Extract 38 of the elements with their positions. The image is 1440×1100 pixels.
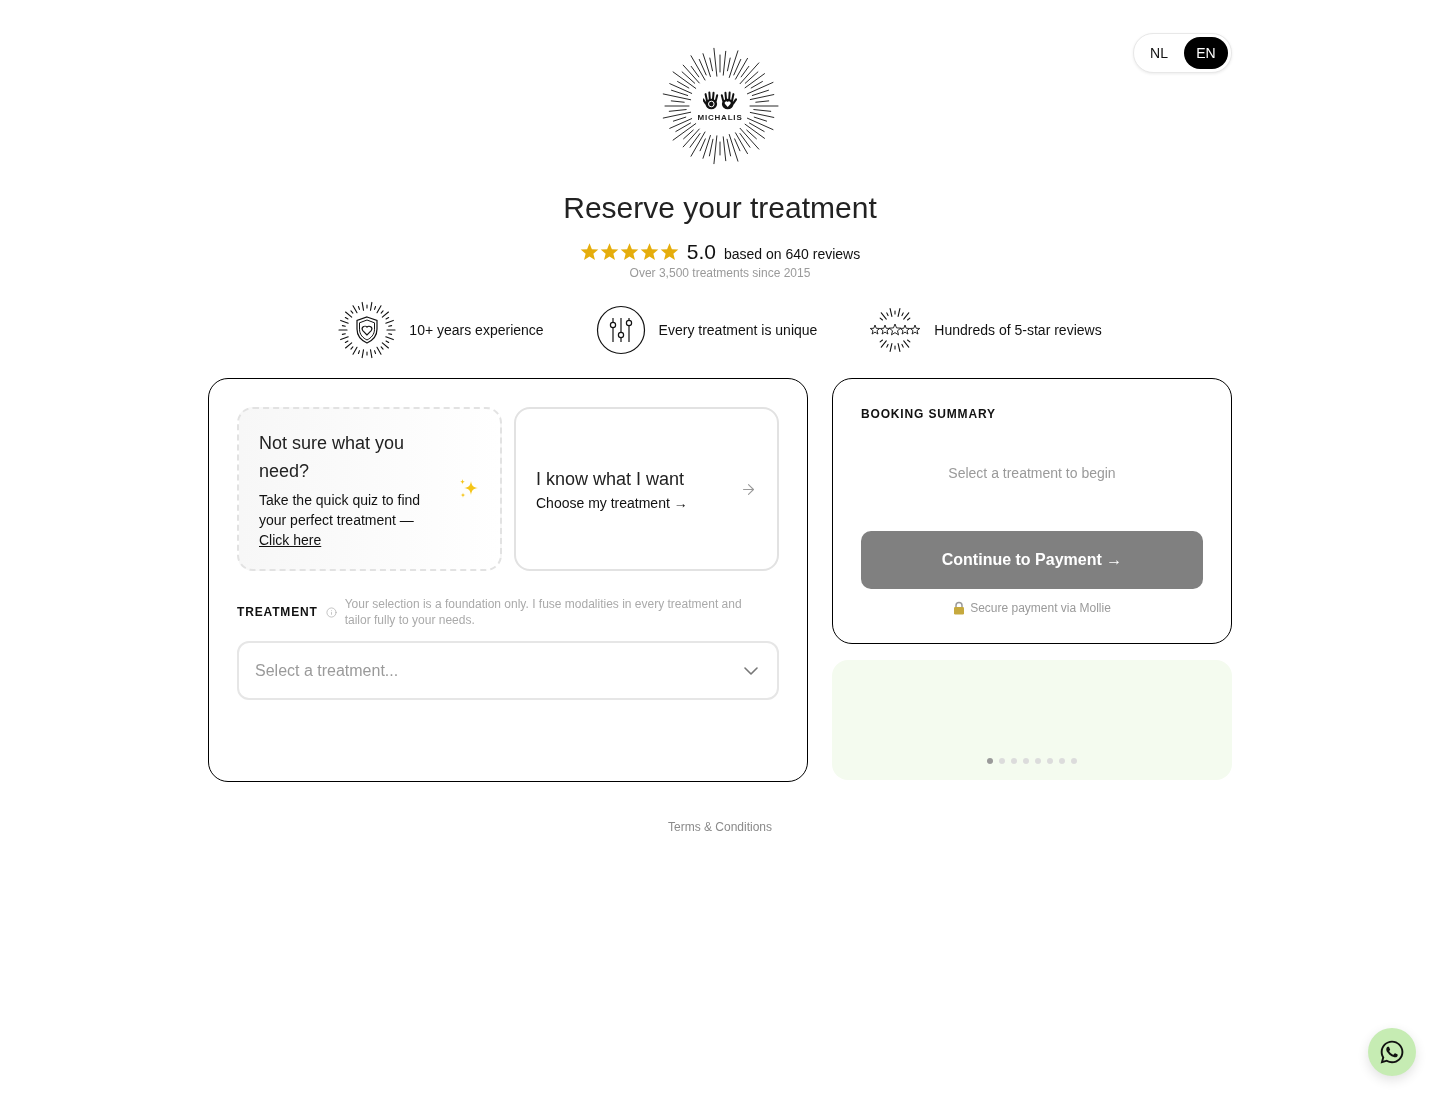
star-icon [619, 243, 639, 261]
feature-label: Every treatment is unique [658, 320, 818, 340]
quiz-option-card[interactable]: Not sure what you need? Take the quick quiz to find your perfect treatment — Click here [237, 407, 502, 571]
chevron-down-icon [744, 667, 758, 675]
summary-empty-text: Select a treatment to begin [948, 464, 1116, 483]
language-option[interactable]: EN [1184, 37, 1228, 69]
option-title: Not sure what you need? [259, 431, 406, 483]
sliders-circle-icon [595, 305, 646, 355]
quiz-link[interactable]: Click here [259, 531, 322, 548]
rating-text: based on 640 reviews [724, 244, 861, 264]
language-option[interactable]: NL [1137, 37, 1181, 69]
treatment-label: TREATMENT [237, 604, 318, 620]
quiz-description: Take the quick quiz to find your perfect treatment — Click here [259, 490, 422, 550]
chat-button[interactable] [1368, 1028, 1416, 1076]
treatment-select[interactable]: Select a treatment... [237, 641, 779, 700]
direct-option-card[interactable]: I know what I want Choose my treatment → [514, 407, 779, 571]
feature-label: 10+ years experience [409, 320, 544, 340]
rating-subtext: Over 3,500 treatments since 2015 [629, 265, 811, 281]
page-title: Reserve your treatment [563, 190, 877, 226]
chat-bubble-icon [1379, 1039, 1405, 1065]
star-icon [639, 243, 659, 261]
feature-label: Hundreds of 5-star reviews [934, 320, 1102, 340]
secure-payment-note: Secure payment via Mollie [970, 600, 1111, 616]
choose-treatment-link[interactable]: Choose my treatment → [536, 493, 688, 513]
rating-score: 5.0 [686, 240, 716, 264]
logo-text: MICHALIS [697, 112, 743, 122]
info-icon [325, 606, 337, 618]
summary-title: BOOKING SUMMARY [861, 406, 996, 422]
star-icon [659, 243, 679, 261]
star-icon [579, 243, 599, 261]
star-icon [599, 243, 619, 261]
hands-icon [703, 90, 737, 110]
terms-link[interactable]: Terms & Conditions [667, 819, 772, 835]
shield-heart-icon [338, 301, 397, 359]
lock-icon [953, 601, 966, 615]
stars-burst-icon [869, 306, 922, 354]
treatment-hint: Your selection is a foundation only. I fuse modalities in every treatment and tailor fully to your needs. [344, 596, 743, 628]
option-title: I know what I want [536, 468, 686, 491]
